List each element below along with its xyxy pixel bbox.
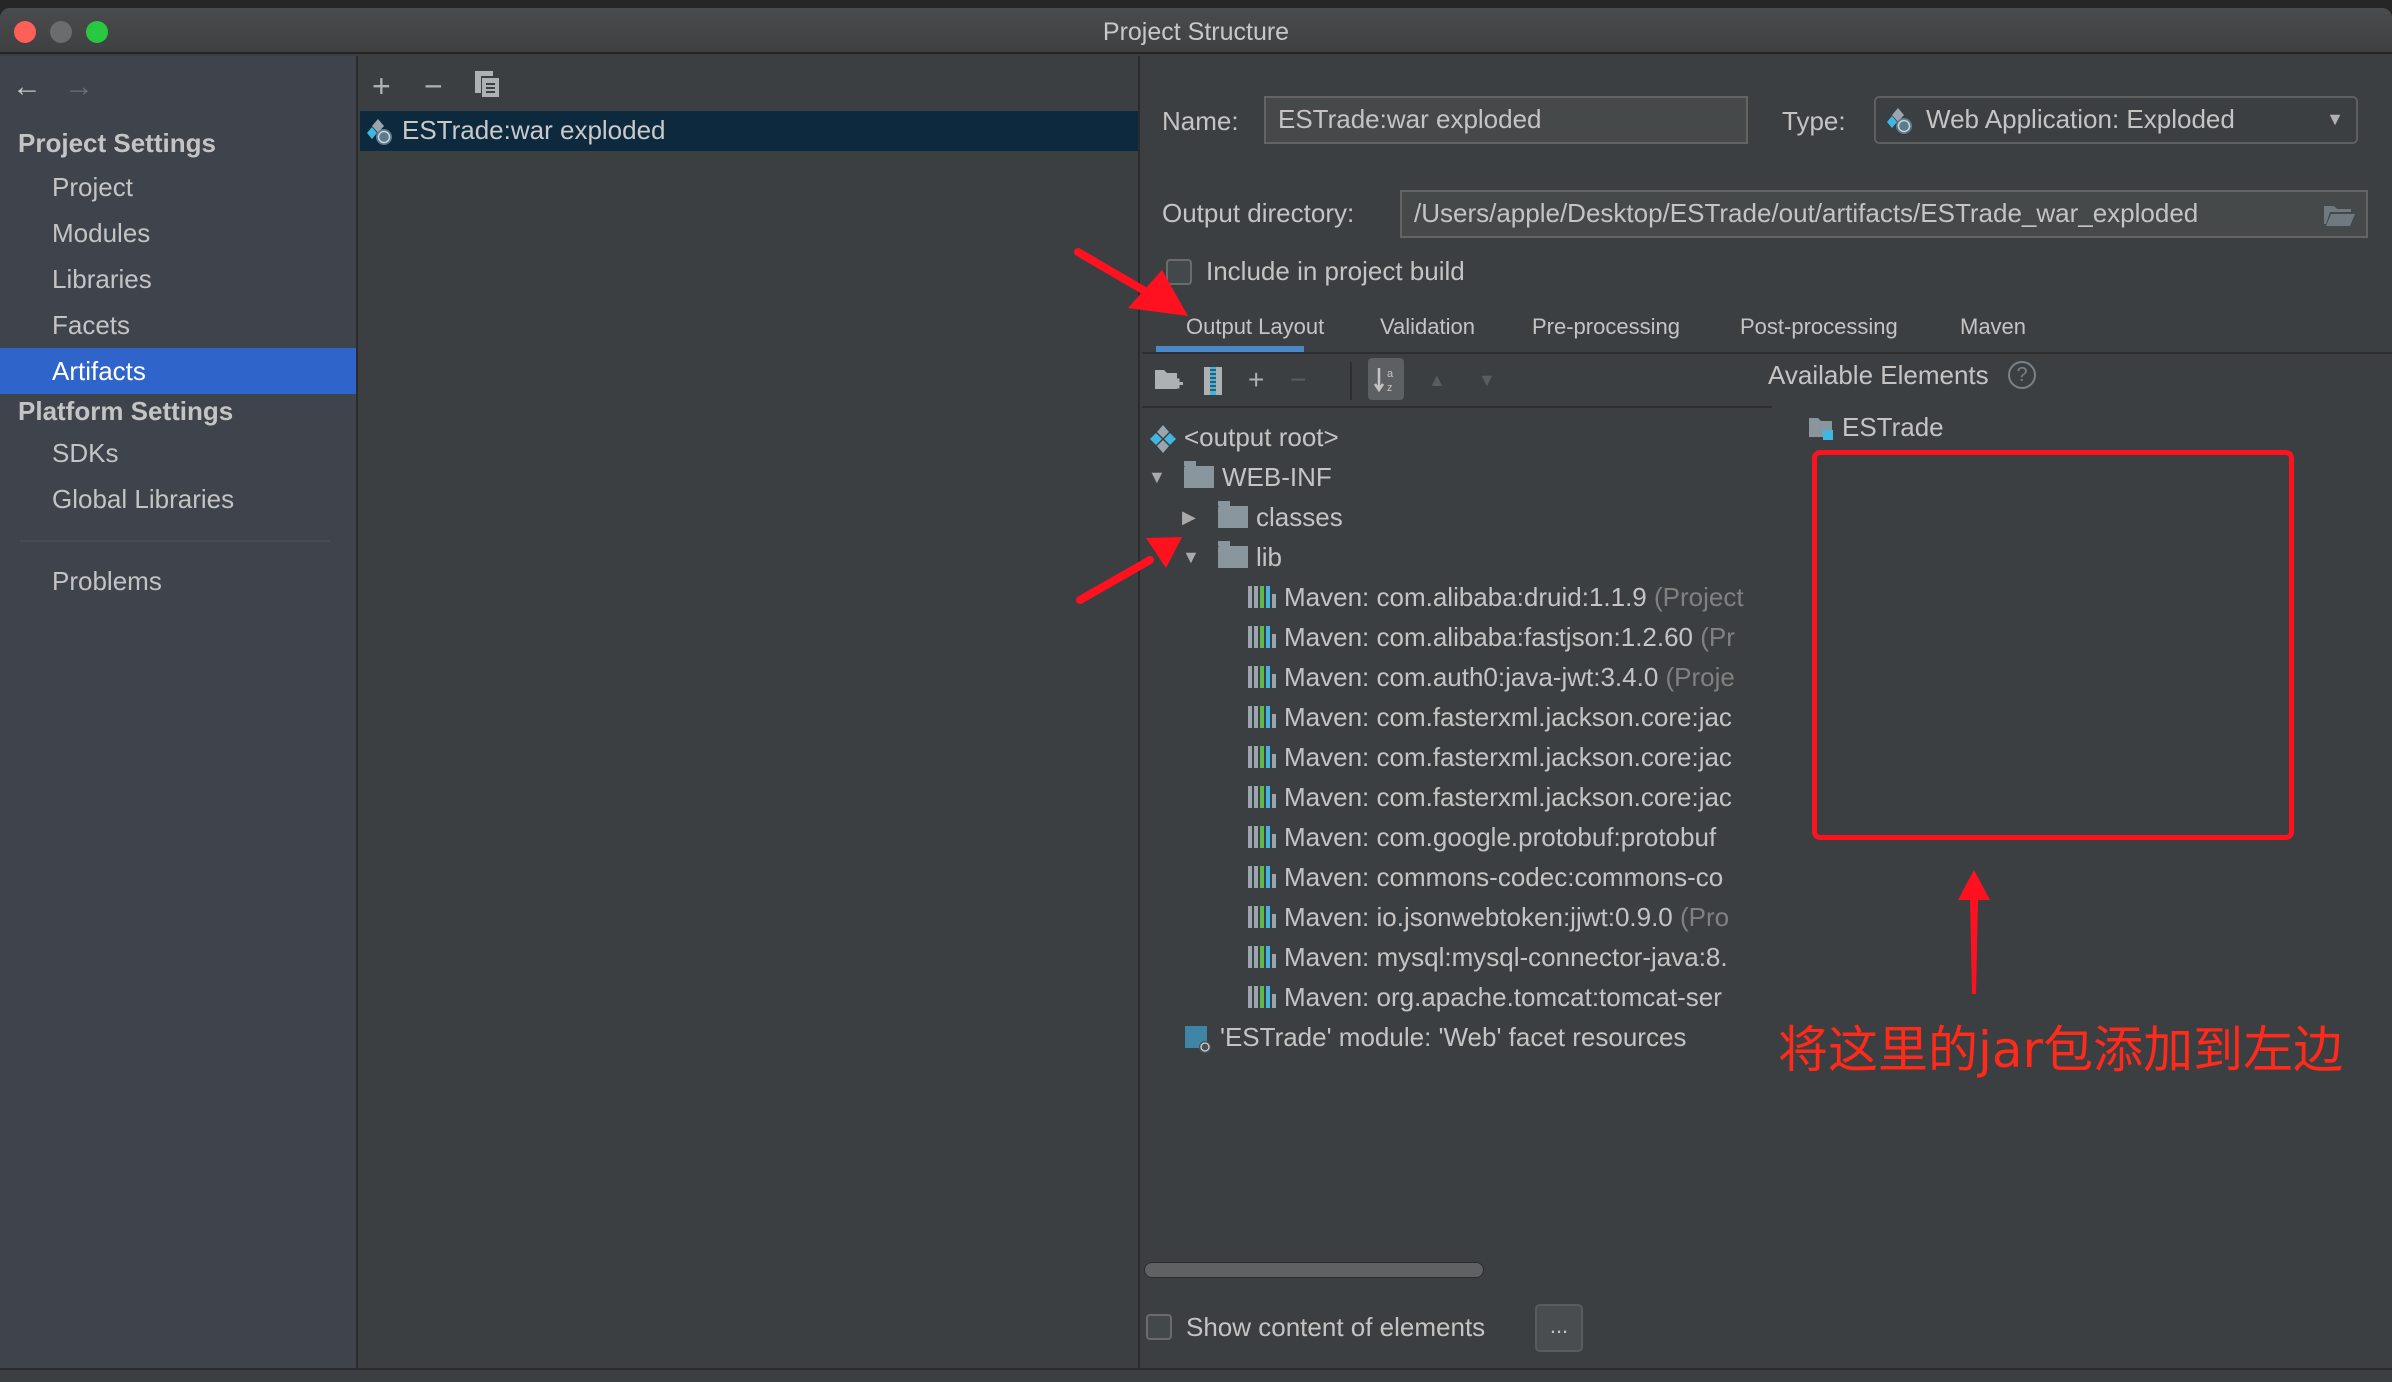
highlight-box: [1812, 450, 2294, 840]
annotation-text: 将这里的jar包添加到左边: [1778, 1021, 2344, 1079]
arrow-up-to-available: [1958, 870, 1990, 994]
arrow-to-lib-node: [1076, 537, 1182, 604]
arrow-to-output-layout-tab: [1074, 248, 1188, 316]
